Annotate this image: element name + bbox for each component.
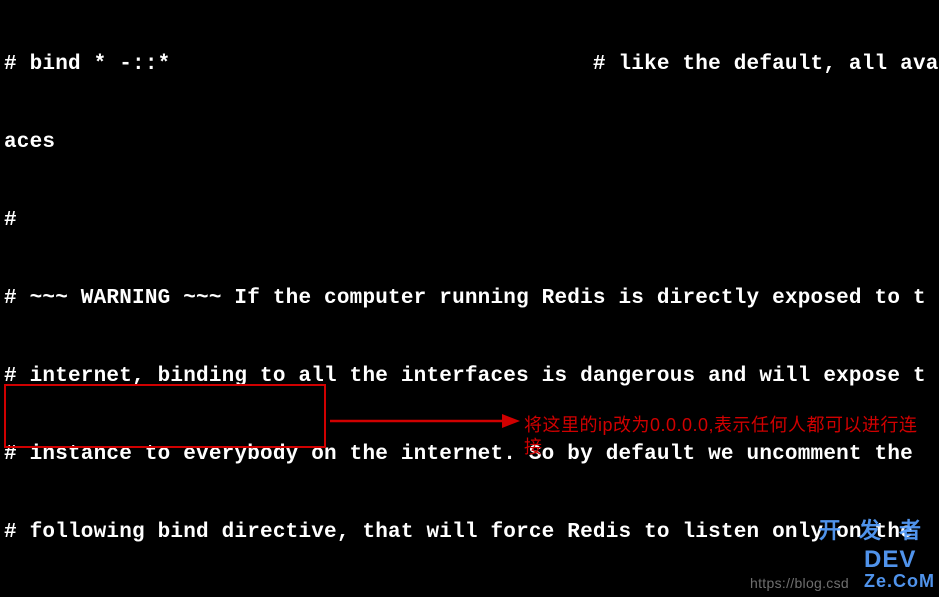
config-line: # ~~~ WARNING ~~~ If the computer runnin… xyxy=(4,286,935,312)
config-line: aces xyxy=(4,130,935,156)
watermark-url: https://blog.csd xyxy=(750,575,849,591)
watermark-cn-text: 开 发 者 xyxy=(819,513,927,545)
watermark-logo-l2: Ze.CoM xyxy=(864,571,935,591)
config-line: # following bind directive, that will fo… xyxy=(4,520,935,546)
config-line: # bind * -::* # like the default, all av… xyxy=(4,52,935,78)
annotation-text: 将这里的ip改为0.0.0.0,表示任何人都可以进行连接 xyxy=(524,414,924,458)
terminal-editor[interactable]: # bind * -::* # like the default, all av… xyxy=(0,0,939,597)
watermark-logo: DEV Ze.CoM xyxy=(864,550,935,591)
config-line: # internet, binding to all the interface… xyxy=(4,364,935,390)
config-line: # xyxy=(4,208,935,234)
watermark-logo-l1: DEV xyxy=(864,546,916,573)
